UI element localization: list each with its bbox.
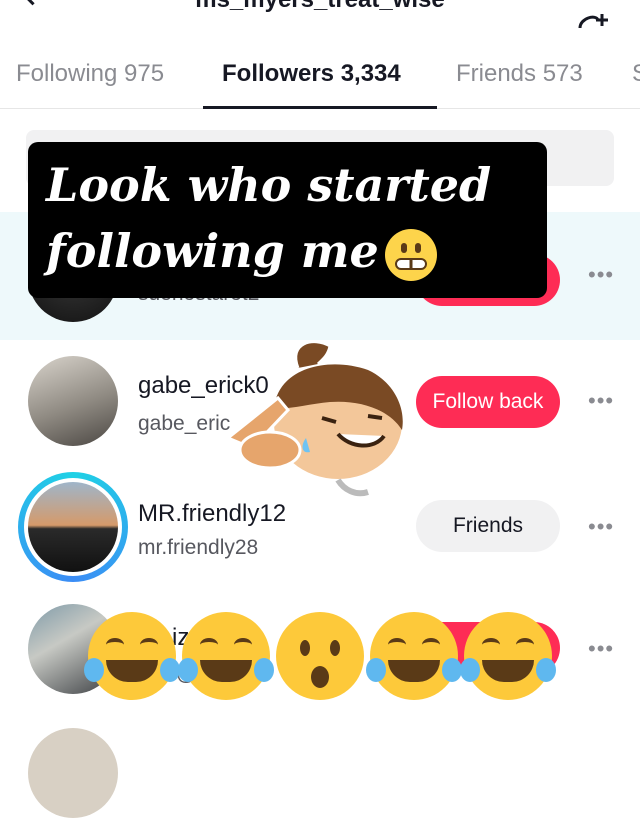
caption-line-2: following me — [46, 218, 536, 284]
tab-followers[interactable]: Followers 3,334 — [222, 60, 401, 88]
follow-tabs: Following 975 Followers 3,334 Friends 57… — [0, 52, 640, 109]
story-ring[interactable] — [18, 472, 128, 582]
face-with-tears-of-joy-icon — [178, 612, 274, 700]
page-title: ms_myers_treat_wise — [0, 0, 640, 14]
face-with-tears-of-joy-icon — [460, 612, 556, 700]
avatar[interactable] — [28, 728, 118, 818]
tab-overflow[interactable]: S — [632, 60, 640, 88]
astonished-face-icon — [276, 612, 364, 700]
handle: mr.friendly28 — [138, 536, 259, 559]
add-friend-icon[interactable] — [576, 0, 612, 36]
friends-button[interactable]: Friends — [416, 500, 560, 552]
more-icon[interactable]: ••• — [588, 514, 614, 540]
more-icon[interactable]: ••• — [588, 636, 614, 662]
more-icon[interactable]: ••• — [588, 262, 614, 288]
active-tab-indicator — [203, 106, 437, 109]
avatar — [28, 482, 118, 572]
tab-following[interactable]: Following 975 — [16, 60, 164, 88]
caption-overlay: Look who started following me — [28, 142, 547, 298]
handle-text: gabe_eric — [138, 412, 231, 435]
tab-friends[interactable]: Friends 573 — [456, 60, 583, 88]
caption-line-1: Look who started — [46, 158, 492, 212]
top-bar: ms_myers_treat_wise — [0, 0, 640, 29]
follow-back-button[interactable]: Follow back — [416, 376, 560, 428]
laughing-character-sticker — [225, 340, 406, 497]
face-with-tears-of-joy-icon — [366, 612, 462, 700]
caption-line-2-text: following me — [46, 224, 379, 278]
avatar[interactable] — [28, 356, 118, 446]
add-friend-icon-glyph — [578, 14, 608, 29]
face-with-tears-of-joy-icon — [84, 612, 180, 700]
more-icon[interactable]: ••• — [588, 388, 614, 414]
grimacing-face-icon — [384, 229, 437, 281]
caption-text: Look who started following me — [46, 152, 536, 284]
